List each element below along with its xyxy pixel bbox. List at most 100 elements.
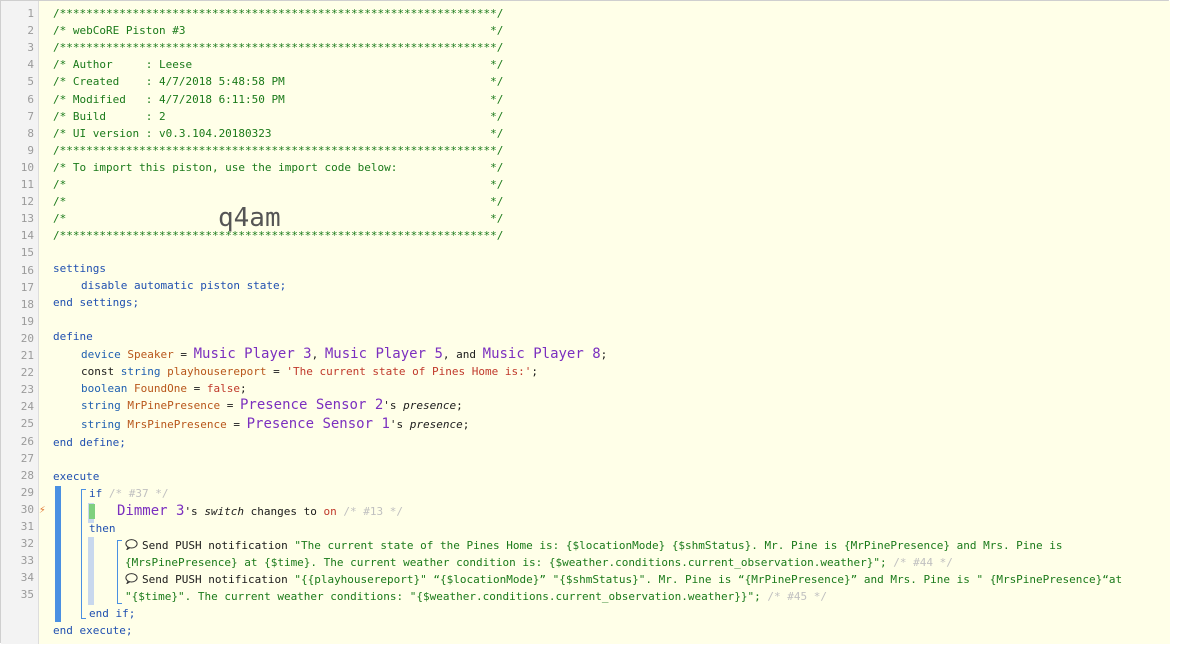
if-bracket-top (81, 489, 86, 490)
header-comment-line: /* UI version : v0.3.104.20180323 */ (53, 126, 504, 140)
type-boolean: boolean (81, 382, 128, 395)
define-line-speaker[interactable]: device Speaker = Music Player 3, Music P… (81, 346, 607, 363)
type-string: string (81, 418, 121, 431)
action-label: Send PUSH notification (142, 539, 295, 552)
action-message-part-b: "{$time}". The current weather condition… (125, 590, 761, 603)
execute-block-bar (55, 486, 61, 622)
condition-ref-comment: /* #13 */ (343, 505, 404, 518)
device-music-player-5: Music Player 5 (324, 346, 443, 362)
attribute-presence: presence (403, 399, 457, 412)
semicolon: ; (531, 365, 539, 378)
end-execute-keyword: end execute; (53, 624, 133, 637)
chat-bubble-icon (125, 573, 138, 585)
operator-eq: = (220, 399, 240, 412)
line-number: 28 (20, 468, 34, 482)
end-settings-keyword: end settings; (53, 296, 140, 309)
line-number: 9 (27, 143, 34, 157)
actions-bracket (117, 540, 118, 604)
define-line-mrpinepresence[interactable]: string MrPinePresence = Presence Sensor … (81, 397, 463, 414)
line-number: 29 (20, 485, 34, 499)
action-message-part-a: "{{playhousereport}" “{$locationMode}” "… (294, 573, 1123, 586)
settings-statement[interactable]: disable automatic piston state; (81, 277, 286, 294)
semicolon: ; (239, 382, 247, 395)
type-device: device (81, 348, 121, 361)
line-number: 25 (20, 417, 34, 431)
line-number: 33 (20, 554, 34, 568)
device-music-player-3: Music Player 3 (193, 346, 312, 362)
line-number: 24 (20, 400, 34, 414)
separator: , and (442, 348, 483, 361)
action-push-notification-2-cont[interactable]: "{$time}". The current weather condition… (125, 588, 827, 605)
if-keyword: if (89, 487, 103, 500)
variable-playhousereport: playhousereport (167, 365, 267, 378)
header-comment-line: /* */ (53, 178, 504, 191)
line-number: 21 (20, 349, 34, 362)
if-block-bracket (81, 489, 82, 619)
if-statement[interactable]: if /* #37 */ (89, 485, 168, 502)
line-number: 7 (27, 109, 34, 123)
line-number: 31 (20, 520, 34, 533)
header-comment-line: /* Author : Leese */ (53, 58, 504, 72)
operator-eq: = (266, 365, 287, 378)
import-code[interactable]: q4am (218, 203, 281, 233)
header-comment-line: /***************************************… (53, 143, 504, 157)
then-keyword: then (89, 522, 116, 535)
line-number: 12 (20, 195, 34, 209)
if-bracket-bottom (81, 618, 86, 619)
condition-line[interactable]: Dimmer 3's switch changes to on /* #13 *… (117, 503, 403, 520)
line-number: 11 (20, 178, 34, 191)
line-number: 2 (27, 24, 34, 38)
condition-status-indicator (89, 504, 95, 519)
semicolon: ; (600, 348, 608, 361)
line-number: 14 (20, 229, 34, 243)
line-number: 23 (20, 383, 34, 397)
possessive: 's (184, 505, 205, 518)
execute-keyword: execute (53, 470, 100, 483)
header-comment-line: /* Modified : 4/7/2018 6:11:50 PM */ (53, 92, 504, 106)
header-comment-line: /* webCoRE Piston #3 */ (53, 24, 504, 38)
line-number: 6 (27, 92, 34, 106)
action-message-part-b: {MrsPinePresence} at {$time}. The curren… (125, 556, 887, 569)
action-ref-comment: /* #44 */ (893, 556, 953, 569)
condition-operator: changes to (244, 505, 324, 518)
define-line-mrspinepresence[interactable]: string MrsPinePresence = Presence Sensor… (81, 416, 469, 433)
device-presence-sensor-2: Presence Sensor 2 (239, 397, 384, 413)
action-ref-comment: /* #45 */ (767, 590, 827, 603)
device-dimmer-3: Dimmer 3 (117, 503, 185, 519)
line-number: 30 (20, 502, 34, 516)
then-block-bar (88, 537, 94, 605)
variable-mrpinepresence: MrPinePresence (127, 399, 221, 412)
line-number: 13 (20, 212, 34, 226)
attribute-switch: switch (204, 505, 245, 518)
separator: , (311, 348, 325, 361)
line-number: 10 (20, 160, 34, 174)
possessive: 's (383, 399, 404, 412)
line-number: 26 (20, 434, 34, 448)
action-push-notification-2[interactable]: Send PUSH notification "{{playhouserepor… (125, 571, 1122, 588)
settings-keyword: settings (53, 262, 106, 275)
operator-eq: = (173, 348, 194, 361)
type-string: string (120, 365, 161, 378)
attribute-presence: presence (409, 418, 463, 431)
header-comment-line: /* To import this piston, use the import… (53, 160, 504, 174)
string-literal: 'The current state of Pines Home is:' (286, 365, 532, 378)
line-number: 1 (27, 7, 34, 20)
define-line-foundone[interactable]: boolean FoundOne = false; (81, 380, 247, 397)
actions-bracket-top (117, 540, 122, 541)
semicolon: ; (462, 418, 470, 431)
line-number: 3 (27, 41, 34, 55)
line-number: 19 (20, 314, 34, 328)
actions-bracket-bottom (117, 603, 122, 604)
operator-eq: = (226, 418, 247, 431)
condition-value: on (323, 505, 337, 518)
action-push-notification-1-cont[interactable]: {MrsPinePresence} at {$time}. The curren… (125, 554, 953, 571)
line-number: 17 (20, 280, 34, 294)
action-push-notification-1[interactable]: Send PUSH notification "The current stat… (125, 537, 1063, 554)
semicolon: ; (456, 399, 463, 412)
possessive: 's (389, 418, 410, 431)
if-ref-comment: /* #37 */ (108, 487, 169, 500)
device-music-player-8: Music Player 8 (482, 346, 601, 362)
define-line-playhousereport[interactable]: const string playhousereport = 'The curr… (81, 363, 538, 380)
header-comment-line: /***************************************… (53, 7, 504, 20)
chat-bubble-icon (125, 539, 138, 551)
